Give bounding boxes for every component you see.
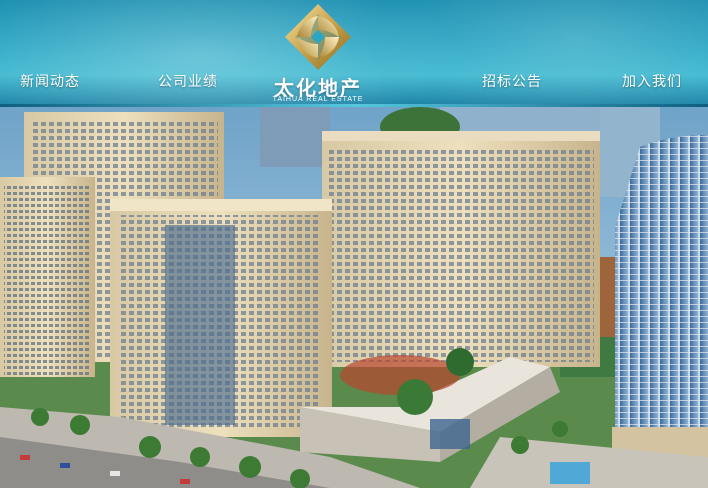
logo-mark-icon bbox=[285, 4, 351, 70]
logo-name-en: TAIHUA REAL ESTATE bbox=[272, 96, 364, 103]
site-header: 新闻动态 公司业绩 招标公告 加入我们 太化地产 TAIHUA REAL EST… bbox=[0, 0, 708, 107]
nav-company-performance[interactable]: 公司业绩 bbox=[158, 70, 218, 94]
building-rendering-image bbox=[0, 107, 708, 488]
nav-tender-notice[interactable]: 招标公告 bbox=[482, 70, 542, 94]
nav-news[interactable]: 新闻动态 bbox=[20, 70, 80, 94]
hero-rendering bbox=[0, 107, 708, 488]
site-logo[interactable]: 太化地产 TAIHUA REAL ESTATE bbox=[262, 2, 374, 106]
nav-join-us[interactable]: 加入我们 bbox=[622, 70, 682, 94]
